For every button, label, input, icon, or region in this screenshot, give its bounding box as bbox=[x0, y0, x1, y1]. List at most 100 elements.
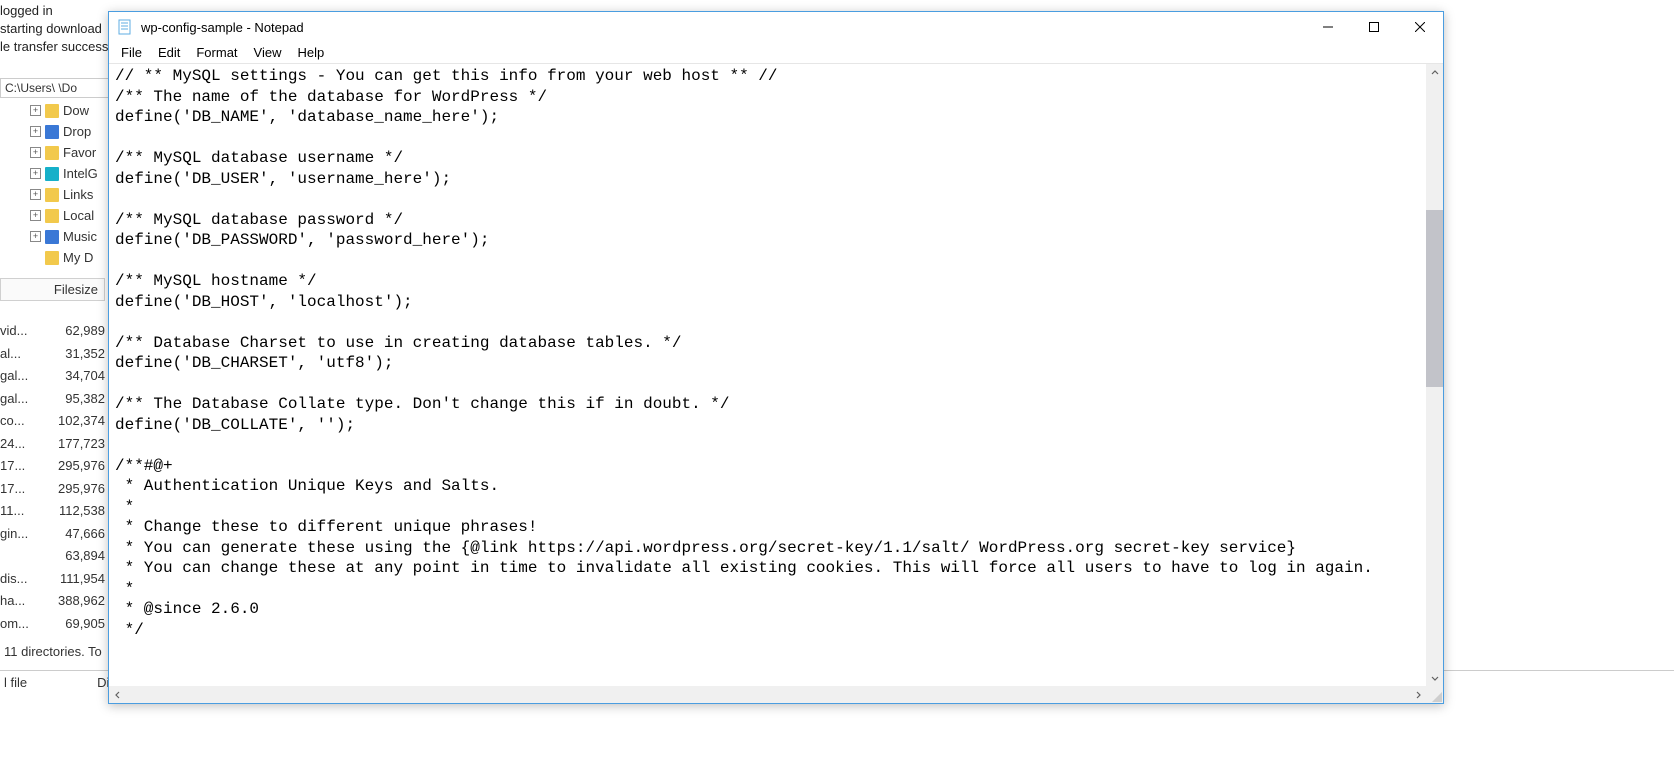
menu-file[interactable]: File bbox=[113, 43, 150, 62]
scroll-left-button[interactable] bbox=[109, 686, 126, 703]
tree-label: My D bbox=[63, 247, 93, 268]
file-name: al... bbox=[0, 343, 21, 366]
file-size: 295,976 bbox=[58, 478, 105, 501]
tree-expand-icon[interactable]: + bbox=[30, 168, 41, 179]
file-size: 34,704 bbox=[65, 365, 105, 388]
close-button[interactable] bbox=[1397, 12, 1443, 42]
log-panel: logged in starting download le transfer … bbox=[0, 0, 108, 58]
tree-expand-icon[interactable]: + bbox=[30, 126, 41, 137]
tree-item[interactable]: +Links bbox=[30, 184, 120, 205]
tree-item[interactable]: +Favor bbox=[30, 142, 120, 163]
status-text: 11 directories. To bbox=[4, 644, 102, 659]
file-size: 47,666 bbox=[65, 523, 105, 546]
filesize-column-header[interactable]: Filesize bbox=[0, 278, 105, 301]
file-row[interactable]: 63,894 bbox=[0, 545, 105, 568]
titlebar[interactable]: wp-config-sample - Notepad bbox=[109, 12, 1443, 42]
file-name: 17... bbox=[0, 478, 25, 501]
tree-label: IntelG bbox=[63, 163, 98, 184]
file-row[interactable]: al... 31,352 bbox=[0, 343, 105, 366]
menu-help[interactable]: Help bbox=[289, 43, 332, 62]
folder-icon bbox=[45, 146, 59, 160]
text-editor[interactable]: // ** MySQL settings - You can get this … bbox=[109, 64, 1426, 686]
file-size: 388,962 bbox=[58, 590, 105, 613]
file-row[interactable]: vid...62,989 bbox=[0, 320, 105, 343]
file-row[interactable]: om... 69,905 bbox=[0, 613, 105, 636]
file-name: 17... bbox=[0, 455, 25, 478]
file-name: gal... bbox=[0, 388, 28, 411]
folder-icon bbox=[45, 188, 59, 202]
tree-label: Music bbox=[63, 226, 97, 247]
file-list[interactable]: vid...62,989al...31,352gal...34,704gal..… bbox=[0, 320, 105, 635]
window-controls bbox=[1305, 12, 1443, 42]
tree-expand-icon[interactable]: + bbox=[30, 105, 41, 116]
file-row[interactable]: gal... 34,704 bbox=[0, 365, 105, 388]
minimize-button[interactable] bbox=[1305, 12, 1351, 42]
file-name: co... bbox=[0, 410, 25, 433]
file-row[interactable]: 17...295,976 bbox=[0, 455, 105, 478]
file-size: 63,894 bbox=[65, 545, 105, 568]
notepad-window: wp-config-sample - Notepad File Edit For… bbox=[108, 11, 1444, 704]
file-size: 69,905 bbox=[65, 613, 105, 636]
scrollbar-track-h[interactable] bbox=[126, 686, 1409, 703]
file-row[interactable]: ha...388,962 bbox=[0, 590, 105, 613]
horizontal-scrollbar[interactable] bbox=[109, 686, 1443, 703]
file-row[interactable]: 17... 295,976 bbox=[0, 478, 105, 501]
scrollbar-thumb[interactable] bbox=[1426, 210, 1443, 386]
file-row[interactable]: gal...95,382 bbox=[0, 388, 105, 411]
scrollbar-track[interactable] bbox=[1426, 81, 1443, 669]
folder-tree[interactable]: +Dow+Drop+Favor+IntelG+Links+Local+Music… bbox=[30, 100, 120, 268]
tree-item[interactable]: + Dow bbox=[30, 100, 120, 121]
resize-grip[interactable] bbox=[1426, 686, 1443, 703]
tree-item[interactable]: + IntelG bbox=[30, 163, 120, 184]
vertical-scrollbar[interactable] bbox=[1426, 64, 1443, 686]
scroll-right-button[interactable] bbox=[1409, 686, 1426, 703]
tree-item[interactable]: + Music bbox=[30, 226, 120, 247]
tree-expand-icon[interactable]: + bbox=[30, 147, 41, 158]
file-name: gal... bbox=[0, 365, 28, 388]
grip-icon bbox=[1430, 690, 1442, 702]
window-title: wp-config-sample - Notepad bbox=[141, 20, 1305, 35]
file-name: 24... bbox=[0, 433, 25, 456]
scroll-up-button[interactable] bbox=[1426, 64, 1443, 81]
tree-label: Drop bbox=[63, 121, 91, 142]
file-row[interactable]: co... 102,374 bbox=[0, 410, 105, 433]
file-name: om... bbox=[0, 613, 29, 636]
tree-label: Dow bbox=[63, 100, 89, 121]
tree-label: Local bbox=[63, 205, 94, 226]
chevron-down-icon bbox=[1431, 674, 1439, 682]
folder-icon bbox=[45, 251, 59, 265]
scroll-down-button[interactable] bbox=[1426, 669, 1443, 686]
tree-item[interactable]: +My D bbox=[30, 247, 120, 268]
file-size: 111,954 bbox=[60, 568, 105, 591]
log-line: starting download bbox=[0, 20, 108, 38]
tree-item[interactable]: + Local bbox=[30, 205, 120, 226]
folder-icon bbox=[45, 104, 59, 118]
file-size: 112,538 bbox=[59, 500, 105, 523]
menu-view[interactable]: View bbox=[246, 43, 290, 62]
editor-area: // ** MySQL settings - You can get this … bbox=[109, 64, 1443, 703]
tree-expand-icon[interactable]: + bbox=[30, 210, 41, 221]
file-size: 102,374 bbox=[58, 410, 105, 433]
minimize-icon bbox=[1323, 22, 1333, 32]
file-size: 31,352 bbox=[65, 343, 105, 366]
chevron-right-icon bbox=[1414, 691, 1422, 699]
maximize-button[interactable] bbox=[1351, 12, 1397, 42]
maximize-icon bbox=[1369, 22, 1379, 32]
file-row[interactable]: 24...177,723 bbox=[0, 433, 105, 456]
file-row[interactable]: dis...111,954 bbox=[0, 568, 105, 591]
file-row[interactable]: 11... 112,538 bbox=[0, 500, 105, 523]
file-name: 11... bbox=[0, 500, 24, 523]
file-size: 62,989 bbox=[65, 320, 105, 343]
menubar: File Edit Format View Help bbox=[109, 42, 1443, 64]
bottom-left-text: l file bbox=[4, 675, 27, 690]
tree-expand-icon[interactable]: + bbox=[30, 231, 41, 242]
folder-icon bbox=[45, 209, 59, 223]
tree-item[interactable]: + Drop bbox=[30, 121, 120, 142]
menu-format[interactable]: Format bbox=[188, 43, 245, 62]
menu-edit[interactable]: Edit bbox=[150, 43, 188, 62]
file-row[interactable]: gin...47,666 bbox=[0, 523, 105, 546]
tree-expand-icon[interactable]: + bbox=[30, 189, 41, 200]
folder-icon bbox=[45, 125, 59, 139]
chevron-left-icon bbox=[114, 691, 122, 699]
chevron-up-icon bbox=[1431, 69, 1439, 77]
